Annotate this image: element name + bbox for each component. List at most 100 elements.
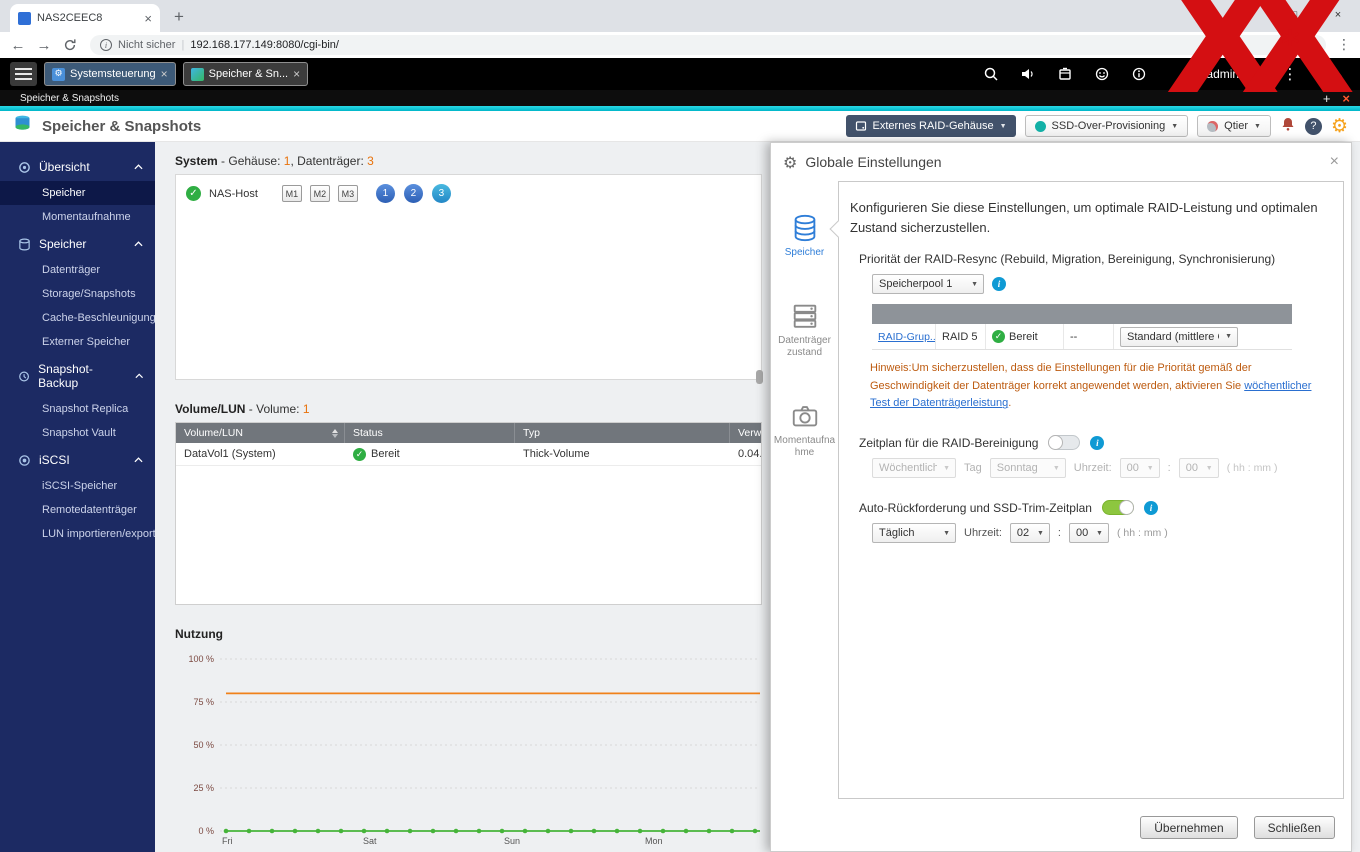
window-minimize-button[interactable]: – [1228,0,1272,30]
search-icon[interactable] [976,60,1006,88]
chevron-down-icon: ▼ [1205,464,1213,472]
raid-group-row[interactable]: RAID-Grup... RAID 5 ✓ Bereit -- Standard… [872,324,1292,351]
m2-slot-button[interactable]: M1 [281,185,302,202]
more-options-icon[interactable]: ⋮ [1279,65,1301,83]
trim-frequency-select[interactable]: Täglich ▼ [872,523,956,544]
info-icon[interactable]: i [1143,500,1158,515]
close-icon[interactable]: × [161,67,168,81]
sidebar-item-cache-beschleunigung[interactable]: Cache-Beschleunigung [0,306,155,330]
browser-tab[interactable]: NAS2CEEC8 × [10,4,160,32]
scrub-minute-select[interactable]: 00 ▼ [1178,458,1219,479]
scrub-frequency-select[interactable]: Wöchentlich ▼ [872,458,956,479]
url-text[interactable]: 192.168.177.149:8080/cgi-bin/ [190,39,339,51]
ssd-trim-toggle[interactable] [1101,500,1134,516]
smiley-icon[interactable] [1087,60,1117,88]
address-bar[interactable]: i Nicht sicher | 192.168.177.149:8080/cg… [90,35,1326,55]
close-icon[interactable]: × [293,67,300,81]
sidebar-item-iscsi-speicher[interactable]: iSCSI-Speicher [0,474,155,498]
app-tab-systemsteuerung[interactable]: ⚙ Systemsteuerung × [44,62,176,86]
info-icon[interactable]: i [1090,435,1105,450]
notifications-bell-icon[interactable] [1280,116,1296,137]
sidebar-group-iscsi[interactable]: iSCSI [0,445,155,474]
sidebar-item-storage-snapshots[interactable]: Storage/Snapshots [0,282,155,306]
scrub-hour-select[interactable]: 00 ▼ [1119,458,1160,479]
close-window-icon[interactable]: × [1342,91,1350,106]
qtier-button[interactable]: Qtier ▼ [1197,115,1271,137]
app-tab-speicher[interactable]: Speicher & Sn... × [182,62,309,86]
background-tasks-icon[interactable] [1050,60,1080,88]
sidebar-item-lun-import-export[interactable]: LUN importieren/exportier [0,522,155,546]
apply-button[interactable]: Übernehmen [1140,816,1238,839]
sidebar-item-momentaufnahme[interactable]: Momentaufnahme [0,205,155,229]
security-label[interactable]: Nicht sicher [118,39,175,51]
site-info-icon[interactable]: i [100,39,112,51]
trim-minute-select[interactable]: 00 ▼ [1068,523,1109,544]
column-header-typ[interactable]: Typ [515,423,730,443]
sidebar-item-snapshot-replica[interactable]: Snapshot Replica [0,397,155,421]
column-header-verwendet[interactable]: Verw... [730,423,761,443]
tab-close-icon[interactable]: × [144,11,152,26]
taskbar-window-label[interactable]: Speicher & Snapshots [20,93,119,104]
sort-icon[interactable] [332,428,338,438]
column-header-volume[interactable]: Volume/LUN [176,423,345,443]
forward-icon[interactable]: → [32,34,56,56]
disk-slot-button[interactable]: 2 [403,184,423,203]
dashboard-icon[interactable] [1320,60,1350,88]
sidebar-group-uebersicht[interactable]: Übersicht [0,152,155,181]
table-row[interactable]: DataVol1 (System) ✓ Bereit Thick-Volume … [176,443,761,466]
chevron-down-icon: ▼ [971,280,978,288]
chevron-up-icon [135,373,143,379]
sidebar-item-datentraeger[interactable]: Datenträger [0,258,155,282]
sidebar-item-snapshot-vault[interactable]: Snapshot Vault [0,421,155,445]
column-label: Volume/LUN [184,427,243,439]
raid-resync-priority-label: Priorität der RAID-Resync (Rebuild, Migr… [859,252,1276,267]
browser-menu-icon[interactable]: ⋮ [1334,37,1354,53]
help-icon[interactable]: ? [1304,117,1322,135]
info-icon[interactable] [1124,60,1154,88]
column-header-status[interactable]: Status [345,423,515,443]
add-icon[interactable]: + [1323,91,1331,106]
storage-pool-select[interactable]: Speicherpool 1 ▼ [872,274,984,295]
global-settings-gear-icon[interactable]: ⚙ [1331,116,1348,136]
close-icon[interactable]: × [1330,153,1339,171]
refresh-icon[interactable] [58,34,82,56]
new-tab-button[interactable]: + [166,4,192,30]
sidebar-group-label: Snapshot-Backup [38,362,93,390]
hint-prefix: Hinweis:Um sicherzustellen, dass die Ein… [870,362,1252,392]
scrub-day-select[interactable]: Sonntag ▼ [989,458,1066,479]
sidebar-item-speicher[interactable]: Speicher [0,181,155,205]
raid-group-link[interactable]: RAID-Grup... [878,331,935,343]
sidebar-item-externer-speicher[interactable]: Externer Speicher [0,330,155,354]
status-ok-icon: ✓ [186,186,201,201]
m2-slot-button[interactable]: M3 [337,185,358,202]
hint-text: Hinweis:Um sicherzustellen, dass die Ein… [870,360,1325,413]
svg-text:100 %: 100 % [188,654,214,664]
close-button[interactable]: Schließen [1253,816,1335,839]
sidebar-group-speicher[interactable]: Speicher [0,229,155,258]
volume-icon[interactable] [1013,60,1043,88]
main-menu-icon[interactable] [10,62,37,86]
scrollbar-thumb[interactable] [756,370,763,384]
sidebar-item-remotedatentraeger[interactable]: Remotedatenträger [0,498,155,522]
external-raid-button[interactable]: Externes RAID-Gehäuse ▼ [845,115,1016,137]
disk-slot-button[interactable]: 3 [431,184,451,203]
settings-nav-datentraeger-zustand[interactable]: Datenträger zustand [773,301,837,359]
ssd-trim-controls: Täglich ▼ Uhrzeit: 02 ▼ : 00 ▼ ( hh : mm… [872,523,1331,544]
info-icon[interactable]: i [992,277,1006,292]
settings-footer: Übernehmen Schließen [1140,816,1335,839]
m2-slot-button[interactable]: M2 [309,185,330,202]
ssd-over-provisioning-button[interactable]: SSD-Over-Provisioning ▼ [1024,115,1189,137]
resync-priority-select[interactable]: Standard (mittlere Ges... ▼ [1120,326,1238,347]
settings-nav-momentaufnahme[interactable]: Momentaufnahme [773,401,837,459]
sidebar-group-snapshot-backup[interactable]: Snapshot-Backup [0,354,155,397]
user-menu[interactable]: admin ▼ [1181,65,1256,84]
back-icon[interactable]: ← [6,34,30,56]
address-divider: | [181,39,185,51]
settings-nav-speicher[interactable]: Speicher [773,213,837,259]
trim-hour-select[interactable]: 02 ▼ [1009,523,1050,544]
settings-nav: Speicher Datenträger zustand Momentaufna… [771,213,838,501]
window-maximize-button[interactable]: □ [1272,0,1316,30]
disk-slot-button[interactable]: 1 [375,184,395,203]
window-close-button[interactable]: × [1316,0,1360,30]
raid-scrubbing-toggle[interactable] [1048,435,1081,451]
